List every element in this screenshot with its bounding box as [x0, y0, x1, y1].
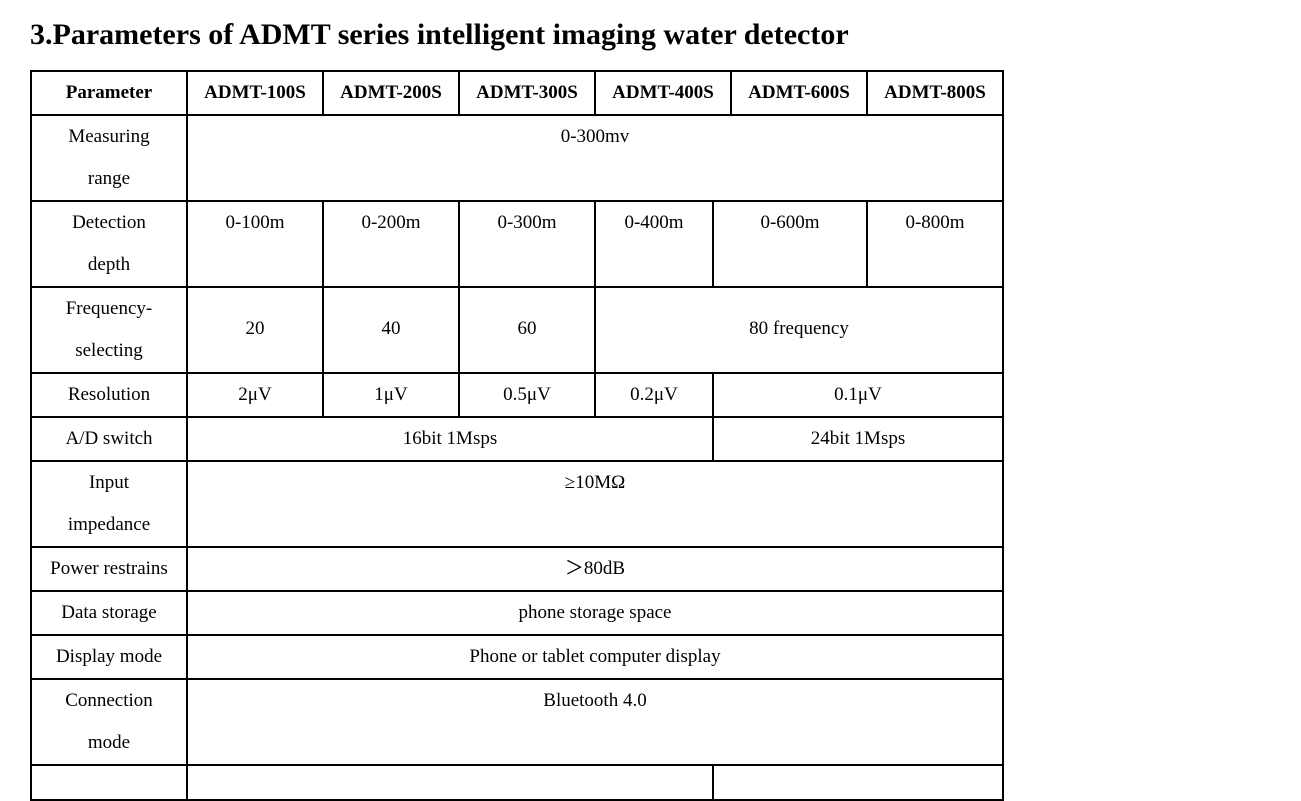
- header-admt-200s: ADMT-200S: [322, 70, 460, 116]
- header-parameter: Parameter: [30, 70, 188, 116]
- header-admt-400s: ADMT-400S: [594, 70, 732, 116]
- connection-mode-value: Bluetooth 4.0: [186, 678, 1004, 766]
- detection-depth-value: 0-600m: [712, 200, 868, 288]
- detection-depth-value: 0-100m: [186, 200, 324, 288]
- frequency-value: 80 frequency: [594, 286, 1004, 374]
- data-storage-value: phone storage space: [186, 590, 1004, 636]
- ad-switch-value: 16bit 1Msps: [186, 416, 714, 462]
- header-admt-100s: ADMT-100S: [186, 70, 324, 116]
- display-mode-value: Phone or tablet computer display: [186, 634, 1004, 680]
- detection-depth-value: 0-200m: [322, 200, 460, 288]
- next-row-label: [30, 764, 188, 801]
- measuring-range-value: 0-300mv: [186, 114, 1004, 202]
- detection-depth-value: 0-800m: [866, 200, 1004, 288]
- row-label-data-storage: Data storage: [30, 590, 188, 636]
- frequency-value: 20: [186, 286, 324, 374]
- header-admt-800s: ADMT-800S: [866, 70, 1004, 116]
- row-label-detection-depth: Detection depth: [30, 200, 188, 288]
- resolution-value: 2μV: [186, 372, 324, 418]
- row-label-resolution: Resolution: [30, 372, 188, 418]
- ad-switch-value: 24bit 1Msps: [712, 416, 1004, 462]
- resolution-value: 1μV: [322, 372, 460, 418]
- next-row-cell: [186, 764, 714, 801]
- row-label-display-mode: Display mode: [30, 634, 188, 680]
- input-impedance-value: ≥10MΩ: [186, 460, 1004, 548]
- row-label-frequency-selecting: Frequency-selecting: [30, 286, 188, 374]
- header-admt-600s: ADMT-600S: [730, 70, 868, 116]
- next-row-cell: [712, 764, 1004, 801]
- resolution-value: 0.1μV: [712, 372, 1004, 418]
- power-restrains-value: ＞80dB: [186, 546, 1004, 592]
- header-admt-300s: ADMT-300S: [458, 70, 596, 116]
- detection-depth-value: 0-300m: [458, 200, 596, 288]
- row-label-measuring-range: Measuring range: [30, 114, 188, 202]
- page-title: 3.Parameters of ADMT series intelligent …: [30, 18, 849, 51]
- row-label-connection-mode: Connection mode: [30, 678, 188, 766]
- resolution-value: 0.2μV: [594, 372, 714, 418]
- row-label-input-impedance: Input impedance: [30, 460, 188, 548]
- frequency-value: 60: [458, 286, 596, 374]
- frequency-value: 40: [322, 286, 460, 374]
- row-label-ad-switch: A/D switch: [30, 416, 188, 462]
- row-label-power-restrains: Power restrains: [30, 546, 188, 592]
- detection-depth-value: 0-400m: [594, 200, 714, 288]
- resolution-value: 0.5μV: [458, 372, 596, 418]
